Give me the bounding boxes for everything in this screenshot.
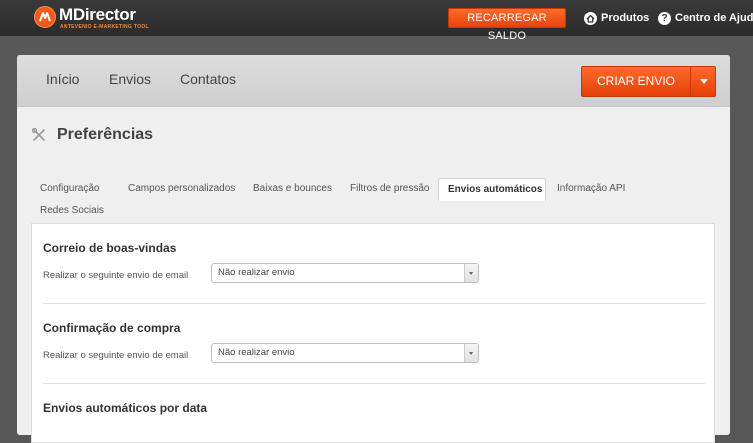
chevron-down-icon — [464, 344, 478, 362]
logo-icon — [34, 6, 56, 28]
nav-contatos[interactable]: Contatos — [180, 71, 236, 87]
section-title: Envios automáticos por data — [43, 401, 208, 415]
chevron-down-icon[interactable] — [700, 79, 708, 84]
section-title: Confirmação de compra — [43, 321, 181, 335]
field-label: Realizar o seguinte envio de email — [43, 350, 189, 361]
section-divider — [43, 383, 705, 384]
brand-tagline: ANTEVENIO E-MARKETING TOOL — [60, 24, 149, 30]
tab-informacao-api[interactable]: Informação API — [548, 178, 634, 200]
main-nav: Início Envios Contatos CRIAR ENVIO — [17, 55, 730, 107]
tab-envios-automaticos[interactable]: Envios automáticos — [438, 178, 546, 201]
select-value: Não realizar envio — [218, 347, 295, 358]
section-divider — [43, 303, 705, 304]
nav-envios[interactable]: Envios — [109, 71, 151, 87]
help-icon: ? — [658, 11, 671, 25]
tab-baixas-e-bounces[interactable]: Baixas e bounces — [244, 178, 341, 200]
button-divider — [690, 67, 691, 96]
recarregar-saldo-button[interactable]: RECARREGAR SALDO — [448, 8, 566, 42]
main-panel: Início Envios Contatos CRIAR ENVIO Prefe… — [17, 55, 730, 443]
top-bar: MDirector ANTEVENIO E-MARKETING TOOL REC… — [0, 0, 753, 42]
tab-campos-personalizados[interactable]: Campos personalizados — [119, 178, 244, 200]
page-title: Preferências — [57, 126, 154, 143]
nav-inicio[interactable]: Início — [46, 71, 79, 87]
tab-filtros-de-pressao[interactable]: Filtros de pressão — [341, 178, 438, 200]
ajuda-label: Centro de Ajuda — [675, 12, 753, 24]
confirmacao-compra-select[interactable]: Não realizar envio — [211, 343, 479, 363]
tab-redes-sociais[interactable]: Redes Sociais — [31, 200, 113, 222]
home-icon — [584, 11, 597, 25]
tab-content: Correio de boas-vindas Realizar o seguin… — [31, 223, 715, 443]
boas-vindas-select[interactable]: Não realizar envio — [211, 263, 479, 283]
produtos-label: Produtos — [601, 12, 650, 24]
chevron-down-icon — [464, 264, 478, 282]
section-title: Correio de boas-vindas — [43, 241, 177, 255]
produtos-link[interactable]: Produtos — [584, 10, 649, 26]
tools-icon — [31, 127, 47, 148]
brand-name: MDirector — [59, 5, 136, 24]
criar-envio-button[interactable]: CRIAR ENVIO — [581, 66, 716, 97]
criar-envio-label: CRIAR ENVIO — [596, 74, 675, 88]
field-label: Realizar o seguinte envio de email — [43, 270, 189, 281]
select-value: Não realizar envio — [218, 267, 295, 278]
tab-configuracao[interactable]: Configuração — [31, 178, 108, 200]
centro-de-ajuda-link[interactable]: ? Centro de Ajuda — [658, 10, 753, 26]
